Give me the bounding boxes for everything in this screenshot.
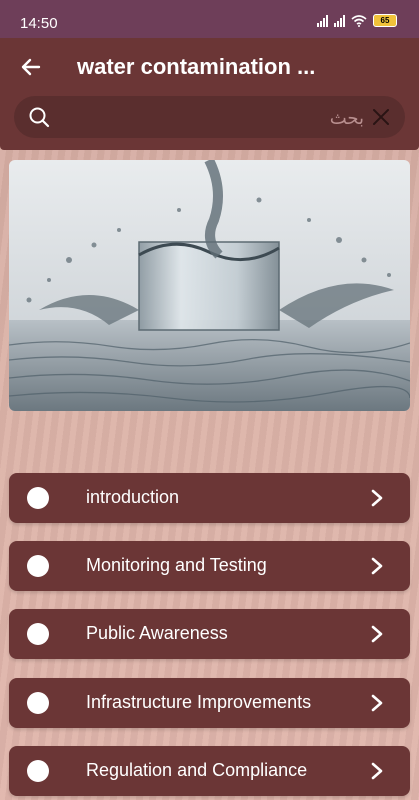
water-splash-image (9, 160, 410, 411)
signal-icon (317, 14, 328, 27)
list-item-infrastructure[interactable]: Infrastructure Improvements (9, 678, 410, 728)
status-icons: 65 (317, 14, 397, 27)
chevron-right-icon (371, 694, 383, 712)
page-title: water contamination ... (77, 54, 316, 79)
list-item-label: Public Awareness (86, 623, 228, 643)
bullet-icon (27, 555, 49, 577)
bullet-icon (27, 623, 49, 645)
chevron-right-icon (371, 557, 383, 575)
close-icon[interactable] (371, 107, 391, 127)
app-bar: water contamination ... (0, 38, 419, 150)
status-time: 14:50 (20, 15, 58, 32)
list-item-monitoring[interactable]: Monitoring and Testing (9, 541, 410, 591)
list-item-introduction[interactable]: introduction (9, 473, 410, 523)
search-input[interactable] (62, 102, 366, 134)
chevron-right-icon (371, 625, 383, 643)
bullet-icon (27, 487, 49, 509)
bullet-icon (27, 760, 49, 782)
chevron-right-icon (371, 762, 383, 780)
list-item-label: introduction (86, 487, 180, 507)
wifi-icon (351, 14, 367, 27)
list-item-label: Infrastructure Improvements (86, 692, 312, 712)
search-bar[interactable] (14, 96, 405, 138)
signal-icon-2 (334, 14, 345, 27)
list-item-public-awareness[interactable]: Public Awareness (9, 609, 410, 659)
list-item-label: Monitoring and Testing (86, 555, 267, 575)
list-item-label: Regulation and Compliance (86, 760, 308, 780)
search-icon (29, 107, 50, 128)
bullet-icon (27, 692, 49, 714)
chevron-right-icon (371, 489, 383, 507)
battery-icon: 65 (373, 14, 397, 27)
list-item-regulation[interactable]: Regulation and Compliance (9, 746, 410, 796)
back-arrow-icon[interactable] (18, 54, 44, 80)
hero-image (9, 160, 410, 411)
